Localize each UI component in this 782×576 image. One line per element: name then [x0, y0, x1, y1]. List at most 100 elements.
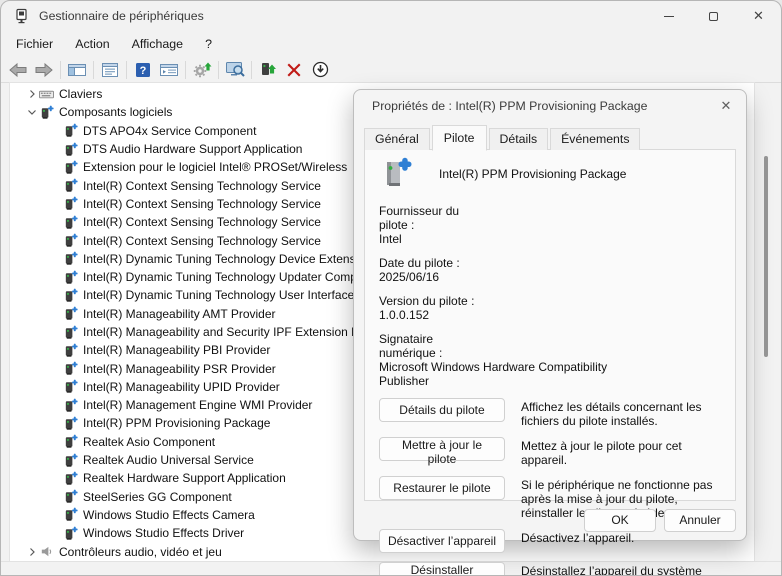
device-manager-window: Gestionnaire de périphériques ✕ FichierA… [0, 0, 782, 576]
driver-action-button[interactable]: Mettre à jour le pilote [379, 437, 505, 461]
device-type-icon [63, 325, 80, 340]
device-type-icon [63, 288, 80, 303]
tree-item-label: SteelSeries GG Component [80, 490, 232, 504]
tree-item-label: Intel(R) Manageability AMT Provider [80, 307, 276, 321]
chevron-icon[interactable] [24, 547, 39, 557]
device-type-icon [63, 123, 80, 138]
add-drivers-button[interactable] [255, 58, 281, 82]
field-value: Microsoft Windows Hardware Compatibility… [379, 360, 625, 388]
maximize-button[interactable] [691, 1, 736, 31]
device-type-icon [63, 416, 80, 431]
device-type-icon [63, 471, 80, 486]
separator [60, 61, 61, 79]
device-type-icon [63, 270, 80, 285]
tree-item-label: Intel(R) Manageability and Security IPF … [80, 325, 396, 339]
disable-device-button[interactable] [307, 58, 333, 82]
menu-action[interactable]: Action [64, 33, 120, 55]
dialog-close-icon[interactable]: ✕ [706, 90, 746, 122]
tree-item-label: DTS APO4x Service Component [80, 124, 256, 138]
action-row: Détails du pilote Affichez les détails c… [379, 398, 727, 428]
device-type-icon [63, 379, 80, 394]
device-name: Intel(R) PPM Provisioning Package [439, 167, 626, 181]
help-button[interactable]: ? [130, 58, 156, 82]
device-type-icon [39, 105, 56, 120]
chevron-icon[interactable] [24, 107, 39, 117]
driver-action-button[interactable]: Détails du pilote [379, 398, 505, 422]
separator [251, 61, 252, 79]
dialog-tab[interactable]: Pilote [432, 125, 487, 151]
tree-item-label: Contrôleurs audio, vidéo et jeu [56, 545, 222, 559]
scan-hardware-changes-button[interactable] [222, 58, 248, 82]
minimize-button[interactable] [646, 1, 691, 31]
tree-item-label: Realtek Hardware Support Application [80, 471, 286, 485]
cancel-button[interactable]: Annuler [664, 509, 736, 532]
field-row: Signataire numérique :Microsoft Windows … [379, 332, 727, 388]
device-type-icon [63, 196, 80, 211]
field-label: Signataire numérique : [379, 332, 491, 360]
driver-tab-page: Intel(R) PPM Provisioning Package Fourni… [364, 149, 736, 501]
tree-item-label: Intel(R) PPM Provisioning Package [80, 416, 270, 430]
device-type-icon [63, 343, 80, 358]
tree-item-label: Intel(R) Context Sensing Technology Serv… [80, 179, 321, 193]
field-row: Date du pilote :2025/06/16 [379, 256, 727, 284]
dialog-title-bar: Propriétés de : Intel(R) PPM Provisionin… [354, 90, 746, 122]
show-hide-console-tree-button[interactable] [64, 58, 90, 82]
device-type-icon [63, 142, 80, 157]
driver-action-description: Mettez à jour le pilote pour cet apparei… [505, 437, 727, 467]
close-button[interactable]: ✕ [736, 1, 781, 31]
driver-action-button[interactable]: Restaurer le pilote [379, 476, 505, 500]
device-header: Intel(R) PPM Provisioning Package [379, 156, 727, 192]
separator [218, 61, 219, 79]
field-value: 1.0.0.152 [379, 308, 625, 322]
tree-item-label: Realtek Asio Component [80, 435, 215, 449]
tree-item-label: Intel(R) Dynamic Tuning Technology Updat… [80, 270, 387, 284]
menu-affichage[interactable]: Affichage [121, 33, 194, 55]
properties-button[interactable] [97, 58, 123, 82]
separator [93, 61, 94, 79]
tree-item-label: Windows Studio Effects Driver [80, 526, 244, 540]
dialog-tab[interactable]: Événements [550, 128, 640, 150]
dialog-tab[interactable]: Général [364, 128, 430, 150]
dialog-title: Propriétés de : Intel(R) PPM Provisionin… [372, 99, 647, 113]
action-row: Désinstaller l’appareil Désinstallez l’a… [379, 562, 727, 576]
tree-item-label: Intel(R) Dynamic Tuning Technology User … [80, 288, 398, 302]
tree-item-label: Extension pour le logiciel Intel® PROSet… [80, 160, 347, 174]
device-icon [379, 156, 415, 192]
device-type-icon [63, 251, 80, 266]
device-type-icon [63, 361, 80, 376]
device-type-icon [63, 507, 80, 522]
device-type-icon [63, 233, 80, 248]
menu-help[interactable]: ? [194, 33, 223, 55]
items-view-button[interactable] [156, 58, 182, 82]
device-type-icon [39, 87, 56, 102]
menu-fichier[interactable]: Fichier [5, 33, 64, 55]
device-type-icon [39, 544, 56, 559]
action-row: Mettre à jour le pilote Mettez à jour le… [379, 437, 727, 467]
driver-actions: Détails du pilote Affichez les détails c… [379, 398, 727, 576]
field-label: Fournisseur du pilote : [379, 204, 491, 232]
tree-item-label: DTS Audio Hardware Support Application [80, 142, 302, 156]
update-driver-button[interactable] [189, 58, 215, 82]
tree-item-label: Composants logiciels [56, 105, 172, 119]
dialog-footer: OK Annuler [354, 500, 746, 540]
back-button[interactable] [5, 58, 31, 82]
separator [185, 61, 186, 79]
chevron-icon[interactable] [24, 89, 39, 99]
ok-button[interactable]: OK [584, 509, 656, 532]
device-type-icon [63, 453, 80, 468]
driver-action-button[interactable]: Désinstaller l’appareil [379, 562, 505, 576]
uninstall-device-button[interactable] [281, 58, 307, 82]
tree-item-label: Intel(R) Context Sensing Technology Serv… [80, 215, 321, 229]
device-type-icon [63, 526, 80, 541]
vertical-scrollbar-thumb[interactable] [764, 156, 768, 357]
device-type-icon [63, 398, 80, 413]
field-value: Intel [379, 232, 625, 246]
driver-action-description: Désinstallez l’appareil du système (avan… [505, 562, 727, 576]
forward-button[interactable] [31, 58, 57, 82]
toolbar: ? [1, 57, 781, 83]
dialog-tab[interactable]: Détails [489, 128, 549, 150]
field-label: Version du pilote : [379, 294, 491, 308]
properties-dialog: Propriétés de : Intel(R) PPM Provisionin… [353, 89, 747, 541]
device-type-icon [63, 434, 80, 449]
tree-item-label: Intel(R) Manageability UPID Provider [80, 380, 280, 394]
